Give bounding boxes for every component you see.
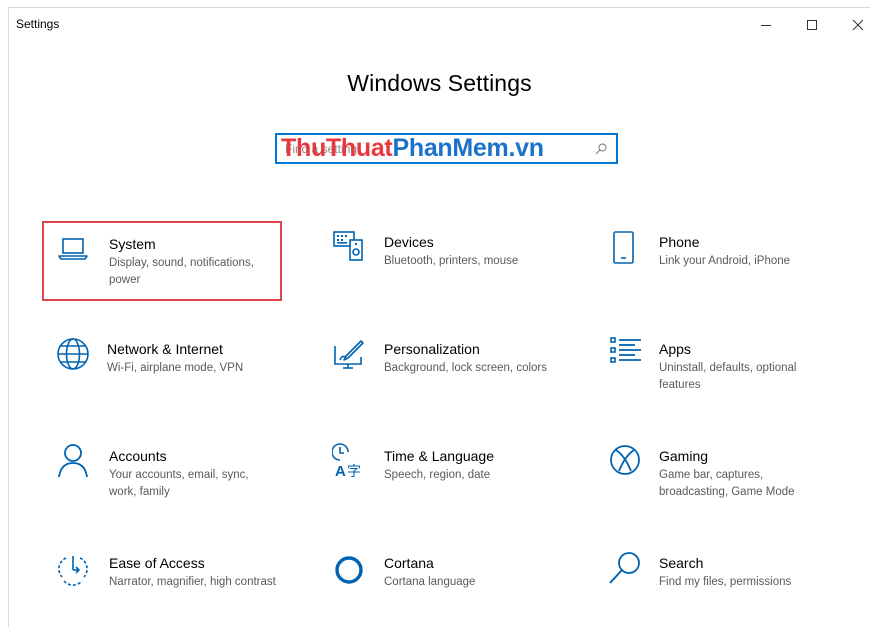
maximize-icon	[807, 20, 817, 30]
tile-accounts[interactable]: Accounts Your accounts, email, sync, wor…	[42, 435, 282, 515]
tile-title: Apps	[659, 341, 691, 357]
time-language-icon: A 字	[332, 443, 361, 480]
tile-title: Gaming	[659, 448, 709, 464]
ease-of-access-icon	[58, 556, 88, 586]
tile-title: Personalization	[384, 341, 480, 357]
tile-description: Cortana language	[384, 576, 476, 588]
close-icon	[852, 19, 864, 31]
tile-description: Display, sound, notifications, power	[109, 257, 254, 286]
tile-description: Game bar, captures, broadcasting, Game M…	[659, 469, 795, 498]
minimize-icon	[761, 25, 771, 26]
tile-title: Time & Language	[384, 448, 494, 464]
cortana-circle-icon	[335, 556, 363, 584]
phone-icon	[613, 231, 634, 264]
page-title: Windows Settings	[347, 70, 532, 96]
laptop-icon	[58, 238, 88, 260]
apps-list-icon	[610, 337, 641, 363]
tile-description: Speech, region, date	[384, 469, 491, 481]
tile-description: Uninstall, defaults, optional features	[659, 362, 797, 391]
search-input[interactable]	[285, 140, 585, 158]
tile-personalization[interactable]: Personalization Background, lock screen,…	[318, 328, 558, 408]
tile-description: Bluetooth, printers, mouse	[384, 255, 519, 267]
settings-window: Settings Windows Settings ThuThuatPhanMe…	[8, 7, 870, 627]
tile-description: Find my files, permissions	[659, 576, 792, 588]
tile-ease-of-access[interactable]: Ease of Access Narrator, magnifier, high…	[42, 542, 282, 622]
tile-title: Accounts	[109, 448, 167, 464]
tile-title: System	[109, 236, 156, 252]
tile-description: Your accounts, email, sync, work, family	[109, 469, 249, 498]
tile-search[interactable]: Search Find my files, permissions	[593, 542, 833, 622]
svg-text:字: 字	[347, 464, 361, 480]
tile-title: Network & Internet	[107, 341, 223, 357]
paint-monitor-icon	[334, 340, 364, 369]
tile-system[interactable]: System Display, sound, notifications, po…	[42, 221, 282, 301]
tile-description: Narrator, magnifier, high contrast	[109, 576, 276, 588]
tile-time-language[interactable]: A 字 Time & Language Speech, region, date	[318, 435, 558, 515]
globe-icon	[57, 338, 89, 370]
tile-title: Search	[659, 555, 704, 571]
tile-description: Background, lock screen, colors	[384, 362, 547, 374]
svg-text:A: A	[335, 463, 346, 480]
close-button[interactable]	[835, 8, 870, 40]
tile-gaming[interactable]: Gaming Game bar, captures, broadcasting,…	[593, 435, 833, 515]
tile-apps[interactable]: Apps Uninstall, defaults, optional featu…	[593, 328, 833, 408]
tile-title: Phone	[659, 234, 700, 250]
tile-cortana[interactable]: Cortana Cortana language	[318, 542, 558, 622]
tile-title: Devices	[384, 234, 434, 250]
search-icon	[595, 143, 607, 155]
tile-title: Ease of Access	[109, 555, 205, 571]
maximize-button[interactable]	[789, 8, 835, 40]
tile-phone[interactable]: Phone Link your Android, iPhone	[593, 221, 833, 301]
window-title: Settings	[16, 17, 60, 31]
tile-description: Link your Android, iPhone	[659, 255, 791, 267]
person-icon	[58, 444, 88, 478]
tile-title: Cortana	[384, 555, 434, 571]
search-box[interactable]: ThuThuatPhanMem.vn	[275, 133, 618, 164]
xbox-icon	[610, 445, 640, 475]
minimize-button[interactable]	[743, 8, 789, 40]
tile-network[interactable]: Network & Internet Wi-Fi, airplane mode,…	[42, 328, 282, 408]
tile-devices[interactable]: Devices Bluetooth, printers, mouse	[318, 221, 558, 301]
title-bar[interactable]: Settings	[9, 8, 870, 40]
keyboard-speaker-icon	[333, 231, 363, 261]
tile-description: Wi-Fi, airplane mode, VPN	[107, 362, 244, 374]
magnifier-icon	[609, 552, 640, 584]
